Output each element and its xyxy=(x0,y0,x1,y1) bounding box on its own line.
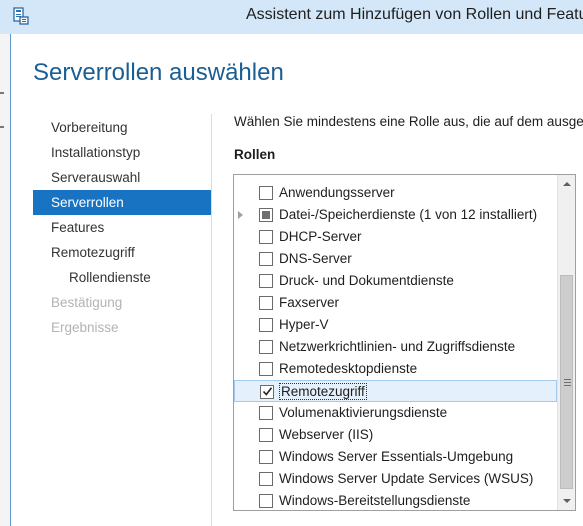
role-row[interactable]: Remotezugriff xyxy=(234,380,557,402)
role-checkbox[interactable] xyxy=(259,472,273,486)
role-row[interactable]: Windows Server Essentials-Umgebung xyxy=(234,446,557,468)
role-checkbox[interactable] xyxy=(259,252,273,266)
roles-scrollbar[interactable] xyxy=(557,175,575,510)
nav-item-serverrollen[interactable]: Serverrollen xyxy=(33,190,211,215)
server-manager-icon xyxy=(13,7,29,25)
role-label: Faxserver xyxy=(279,295,340,310)
role-row[interactable]: Windows Server Update Services (WSUS) xyxy=(234,468,557,490)
nav-item-rollendienste[interactable]: Rollendienste xyxy=(33,265,211,290)
role-checkbox[interactable] xyxy=(260,385,274,399)
role-row[interactable]: Hyper-V xyxy=(234,314,557,336)
role-checkbox[interactable] xyxy=(259,340,273,354)
role-checkbox[interactable] xyxy=(259,230,273,244)
role-checkbox[interactable] xyxy=(259,494,273,508)
title-bar[interactable]: Assistent zum Hinzufügen von Rollen und … xyxy=(0,0,583,34)
role-row[interactable]: Faxserver xyxy=(234,292,557,314)
role-label: DHCP-Server xyxy=(279,229,362,244)
roles-label: Rollen xyxy=(234,147,276,162)
role-label: Datei-/Speicherdienste (1 von 12 install… xyxy=(279,207,538,222)
role-row[interactable]: DNS-Server xyxy=(234,248,557,270)
role-label: Anwendungsserver xyxy=(279,185,395,200)
role-row[interactable]: Datei-/Speicherdienste (1 von 12 install… xyxy=(234,204,557,226)
role-checkbox[interactable] xyxy=(259,274,273,288)
role-checkbox[interactable] xyxy=(259,208,273,222)
role-label: Windows-Bereitstellungsdienste xyxy=(279,493,471,508)
nav-item-serverauswahl[interactable]: Serverauswahl xyxy=(33,165,211,190)
role-label: Druck- und Dokumentdienste xyxy=(279,273,454,288)
role-label: Windows Server Update Services (WSUS) xyxy=(279,471,534,486)
role-row[interactable]: Anwendungsserver xyxy=(234,182,557,204)
role-label: Windows Server Essentials-Umgebung xyxy=(279,449,514,464)
grip-line xyxy=(564,379,571,380)
grip-line xyxy=(564,382,571,383)
expand-arrow-icon[interactable] xyxy=(238,211,243,219)
nav-item-installationstyp[interactable]: Installationstyp xyxy=(33,140,211,165)
nav-item-remotezugriff[interactable]: Remotezugriff xyxy=(33,240,211,265)
page-title: Serverrollen auswählen xyxy=(33,59,284,86)
role-label: Remotedesktopdienste xyxy=(279,361,418,376)
desktop-background-strip xyxy=(0,30,10,526)
role-row[interactable]: Netzwerkrichtlinien- und Zugriffsdienste xyxy=(234,336,557,358)
grip-line xyxy=(564,385,571,386)
role-label: Volumenaktivierungsdienste xyxy=(279,405,448,420)
role-checkbox[interactable] xyxy=(259,362,273,376)
role-label: Netzwerkrichtlinien- und Zugriffsdienste xyxy=(279,339,516,354)
role-checkbox[interactable] xyxy=(259,186,273,200)
roles-list[interactable]: Anwendungsserver Datei-/Speicherdienste (… xyxy=(233,174,576,511)
role-row[interactable]: Webserver (IIS) xyxy=(234,424,557,446)
role-checkbox[interactable] xyxy=(259,406,273,420)
screen: Assistent zum Hinzufügen von Rollen und … xyxy=(0,0,583,526)
wizard-window: Serverrollen auswählen Vorbereitung Insta… xyxy=(10,34,583,526)
nav-item-ergebnisse: Ergebnisse xyxy=(51,320,119,335)
role-row[interactable]: Remotedesktopdienste xyxy=(234,358,557,380)
role-checkbox[interactable] xyxy=(259,296,273,310)
role-checkbox[interactable] xyxy=(259,428,273,442)
role-label: Webserver (IIS) xyxy=(279,427,374,442)
instruction-text: Wählen Sie mindestens eine Rolle aus, di… xyxy=(234,114,583,129)
role-checkbox[interactable] xyxy=(259,318,273,332)
role-label: Hyper-V xyxy=(279,317,329,332)
nav-item-vorbereitung[interactable]: Vorbereitung xyxy=(33,115,211,140)
scroll-down-arrow-icon[interactable] xyxy=(558,493,575,510)
window-title: Assistent zum Hinzufügen von Rollen und … xyxy=(246,6,583,23)
nav-item-bestätigung: Bestätigung xyxy=(51,295,123,310)
role-row[interactable]: Druck- und Dokumentdienste xyxy=(234,270,557,292)
scroll-up-arrow-icon[interactable] xyxy=(558,175,575,192)
role-row[interactable]: Volumenaktivierungsdienste xyxy=(234,402,557,424)
role-label: DNS-Server xyxy=(279,251,352,266)
checkmark-icon xyxy=(262,387,273,396)
role-row[interactable]: Windows-Bereitstellungsdienste xyxy=(234,490,557,510)
navigation-divider xyxy=(211,114,212,526)
role-checkbox[interactable] xyxy=(259,450,273,464)
role-row[interactable]: DHCP-Server xyxy=(234,226,557,248)
role-label: Remotezugriff xyxy=(279,383,367,400)
scrollbar-thumb[interactable] xyxy=(560,275,573,489)
nav-item-features[interactable]: Features xyxy=(33,215,211,240)
wizard-navigation: Vorbereitung Installationstyp Serverauswah… xyxy=(33,115,211,340)
